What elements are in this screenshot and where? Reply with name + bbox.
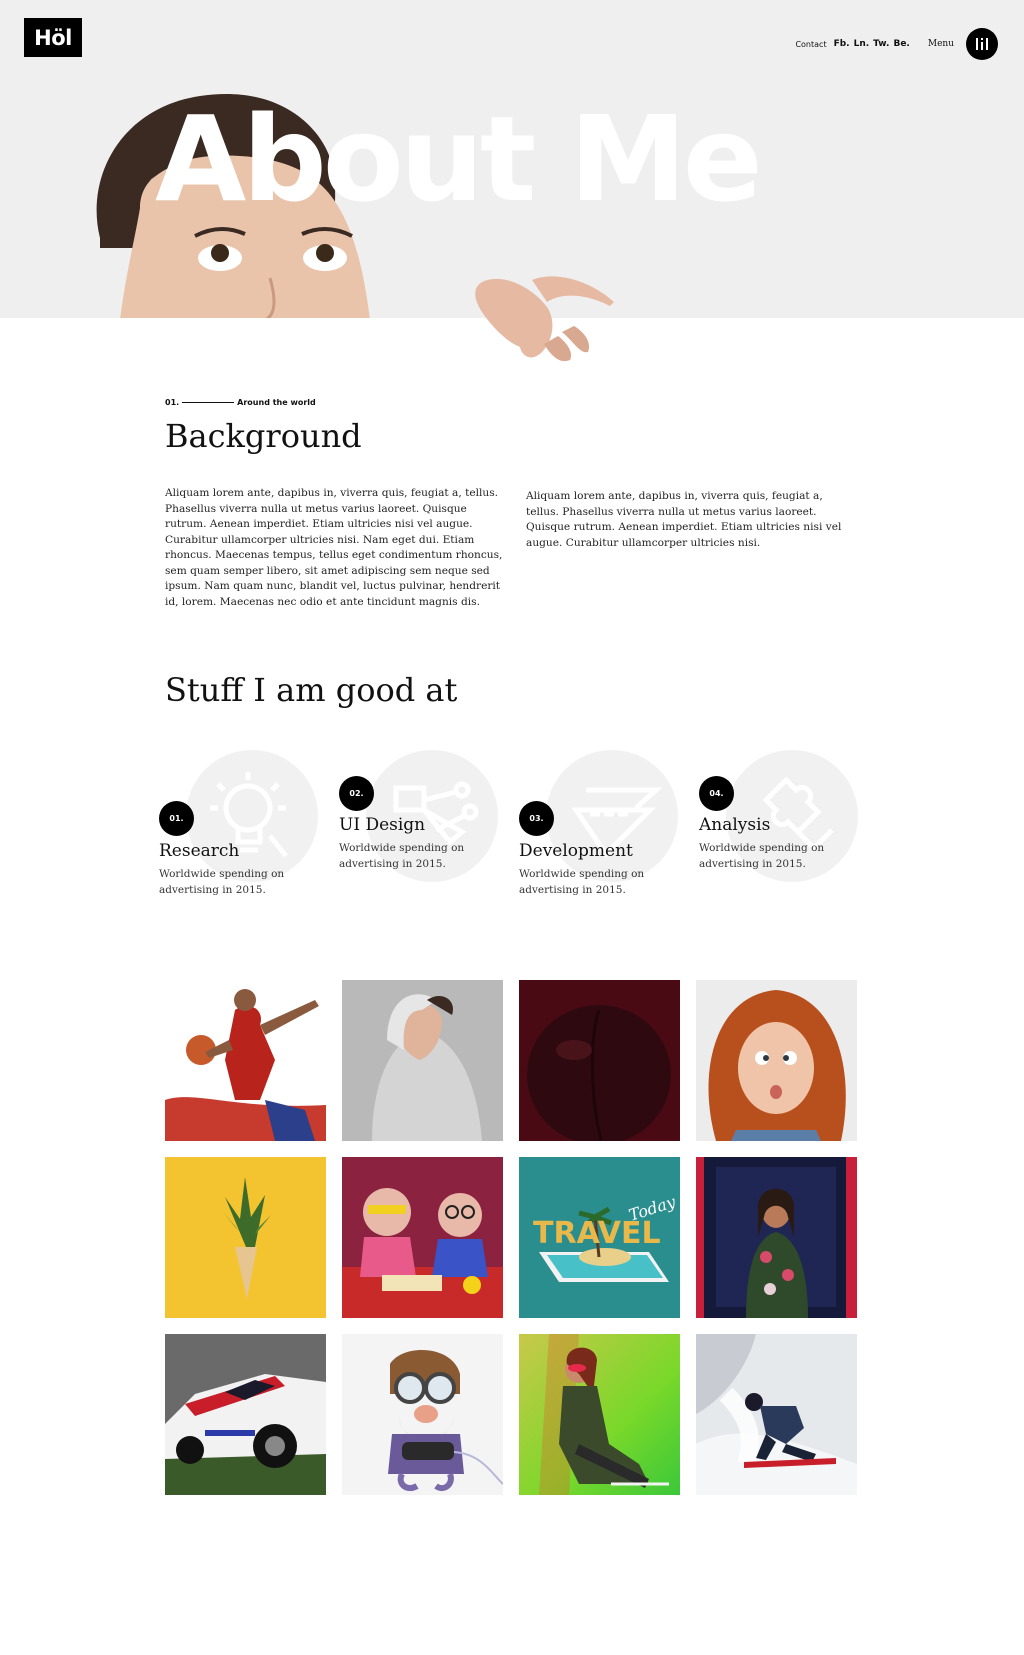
skill-title: Research (159, 841, 240, 861)
travel-phone-image[interactable]: TRAVEL Today (519, 1157, 680, 1318)
hand-pointing-image (475, 276, 614, 362)
skill-card-ui-design: 02. UI Design Worldwide spending on adve… (338, 750, 513, 900)
race-car-image[interactable] (165, 1334, 326, 1495)
nav-behance-link[interactable]: Be. (893, 39, 909, 49)
snowboarder-image[interactable] (696, 1334, 857, 1495)
eyebrow-number: 01. (165, 398, 180, 407)
background-paragraph-left: Aliquam lorem ante, dapibus in, viverra … (165, 487, 503, 608)
skill-title: Analysis (699, 815, 771, 835)
background-paragraph-right: Aliquam lorem ante, dapibus in, viverra … (526, 490, 842, 549)
skill-number-badge: 01. (159, 801, 194, 836)
skill-description: Worldwide spending on advertising in 201… (699, 842, 825, 870)
nav-contact-link[interactable]: Contact (795, 40, 826, 49)
skill-description: Worldwide spending on advertising in 201… (159, 868, 285, 896)
ruler-triangle-icon (571, 787, 663, 858)
lightbulb-icon (210, 772, 288, 858)
cartoon-pilot-image[interactable] (342, 1334, 503, 1495)
nav-linkedin-link[interactable]: Ln. (854, 39, 870, 49)
kids-science-image[interactable] (342, 1157, 503, 1318)
skill-number-badge: 03. (519, 801, 554, 836)
site-logo[interactable]: Höl (24, 18, 82, 57)
eyebrow-text: Around the world (237, 398, 316, 407)
skills-title: Stuff I am good at (165, 671, 458, 709)
eyebrow-rule (182, 402, 235, 403)
hero-banner: Höl Contact Fb. Ln. Tw. Be. Menu About M… (0, 0, 1024, 318)
nav-twitter-link[interactable]: Tw. (873, 39, 889, 49)
woman-hoodie-image[interactable] (342, 980, 503, 1141)
menu-logo-icon (976, 38, 988, 50)
background-title: Background (165, 417, 362, 455)
neon-woman-image[interactable] (519, 1334, 680, 1495)
dark-fruit-image[interactable] (519, 980, 680, 1141)
basketball-player-image[interactable] (165, 980, 326, 1141)
section-eyebrow: 01. Around the world (165, 398, 316, 407)
skill-description: Worldwide spending on advertising in 201… (519, 868, 645, 896)
skill-card-research: 01. Research Worldwide spending on adver… (158, 750, 333, 900)
skill-title: UI Design (339, 815, 426, 835)
skill-title: Development (519, 841, 633, 861)
skill-card-development: 03. Development Worldwide spending on ad… (518, 750, 693, 900)
skill-number-badge: 04. (699, 776, 734, 811)
woman-speaker-image[interactable] (696, 1157, 857, 1318)
skill-number-badge: 02. (339, 776, 374, 811)
menu-button[interactable] (966, 28, 998, 60)
pineapple-cone-image[interactable] (165, 1157, 326, 1318)
hero-title: About Me (155, 90, 763, 228)
curly-hair-girl-image[interactable] (696, 980, 857, 1141)
menu-label[interactable]: Menu (928, 39, 954, 49)
skill-description: Worldwide spending on advertising in 201… (339, 842, 465, 870)
nav-facebook-link[interactable]: Fb. (834, 39, 850, 49)
top-nav: Contact Fb. Ln. Tw. Be. Menu (795, 28, 998, 60)
skill-card-analysis: 04. Analysis Worldwide spending on adver… (698, 750, 873, 900)
